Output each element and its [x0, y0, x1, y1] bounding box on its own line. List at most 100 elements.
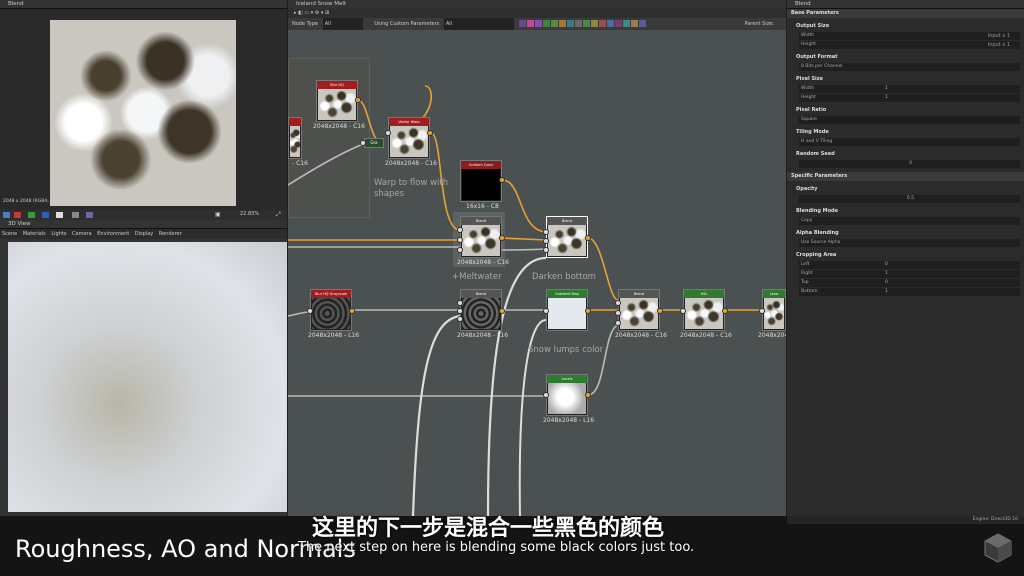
node-vector-warp[interactable]: Vector Warp [388, 117, 430, 159]
pin-input[interactable] [385, 130, 391, 136]
node-blur-gray-size: 2048x2048 - L16 [308, 332, 360, 339]
camera-icon[interactable]: ▣ [215, 211, 221, 218]
pixel-width-field[interactable]: Width 1 [799, 85, 1020, 93]
node-blur-hq[interactable]: Blur HQ [316, 80, 358, 122]
node-left-cut[interactable] [288, 117, 302, 159]
pin-input[interactable] [759, 308, 765, 314]
node-title: Blend [461, 217, 501, 225]
pixel-ratio-select[interactable]: Square [799, 116, 1020, 124]
opacity-label: Opacity [796, 186, 818, 192]
pin-input[interactable] [457, 247, 463, 253]
base-params-header[interactable]: Base Parameters [787, 9, 1024, 18]
pin-output[interactable] [722, 308, 728, 314]
pin-input[interactable] [543, 247, 549, 253]
green-channel-icon[interactable] [28, 212, 35, 218]
node-uniform-color[interactable]: Uniform Color [460, 160, 502, 202]
tiling-icon[interactable] [86, 212, 93, 218]
view2d-panel[interactable]: 2048 x 2048 (RGBA, 16bpc) [0, 9, 287, 219]
menu-display[interactable]: Display [135, 231, 153, 237]
node-gradient-map[interactable]: Gradient Map [546, 289, 588, 331]
channel-icon[interactable] [3, 212, 10, 218]
properties-panel: Blend Base Parameters Output Size Width I… [787, 0, 1024, 516]
pin-output[interactable] [499, 235, 505, 241]
menu-materials[interactable]: Materials [23, 231, 46, 237]
node-title: Blend [547, 217, 587, 225]
pin-output[interactable] [585, 235, 591, 241]
red-channel-icon[interactable] [14, 212, 21, 218]
pin-input[interactable] [680, 308, 686, 314]
crop-bottom-label: Bottom [801, 289, 818, 294]
output-format-select[interactable]: 8 Bits per Channel [799, 63, 1020, 71]
zoom-level[interactable]: 22.83% [240, 211, 259, 217]
wires [288, 85, 762, 516]
random-seed-field[interactable]: 0 [799, 160, 1020, 168]
node-blend-meltwater[interactable]: Blend [460, 216, 502, 258]
pin-input[interactable] [457, 300, 463, 306]
node-blur-grayscale[interactable]: Blur HQ Grayscale [310, 289, 352, 331]
pin-output[interactable] [355, 97, 361, 103]
pin-input[interactable] [543, 238, 549, 244]
node-levels[interactable]: Levels [546, 374, 588, 416]
pixel-height-value: 1 [885, 95, 888, 100]
pin-output[interactable] [585, 392, 591, 398]
crop-top-label: Top [801, 280, 809, 285]
pin-input[interactable] [457, 308, 463, 314]
specific-params-header[interactable]: Specific Parameters [787, 172, 1024, 181]
menu-camera[interactable]: Camera [72, 231, 92, 237]
pin-output[interactable] [499, 177, 505, 183]
node-blend4[interactable]: Blend [618, 289, 660, 331]
node-blur-hq-size: 2048x2048 - C16 [313, 123, 365, 130]
height-label: Height [801, 42, 816, 47]
pin-output[interactable] [657, 308, 663, 314]
menu-renderer[interactable]: Renderer [159, 231, 182, 237]
menu-environment[interactable]: Environment [97, 231, 129, 237]
pin-input[interactable] [457, 237, 463, 243]
pin-input[interactable] [543, 229, 549, 235]
node-blend-darken[interactable]: Blend [546, 216, 588, 258]
node-hsl[interactable]: HSL [683, 289, 725, 331]
node-gray[interactable]: Gra [364, 138, 384, 148]
opacity-slider[interactable]: 0.5 [799, 195, 1020, 203]
alpha-channel-icon[interactable] [56, 212, 63, 218]
width-label: Width [801, 86, 815, 91]
pin-output[interactable] [349, 308, 355, 314]
node-blend3[interactable]: Blend [460, 289, 502, 331]
fit-icon[interactable]: ⤢ [276, 211, 281, 219]
crop-left-field[interactable]: Left 0 [799, 261, 1020, 269]
node-title: Uniform Color [461, 161, 501, 169]
blue-channel-icon[interactable] [42, 212, 49, 218]
graph-panel[interactable]: Iceland Snow Melt ▸ ◧ ▭ ▾ ⚙ ▾ ⊞ Node Typ… [288, 0, 786, 516]
menu-scene[interactable]: Scene [2, 231, 17, 237]
pin-input[interactable] [457, 316, 463, 322]
crop-top-field[interactable]: Top 0 [799, 279, 1020, 287]
view2d-toolbar: ▣ 22.83% ⤢ [0, 210, 287, 220]
pin-input[interactable] [457, 227, 463, 233]
menu-lights[interactable]: Lights [51, 231, 66, 237]
crop-bottom-field[interactable]: Bottom 1 [799, 288, 1020, 296]
blending-mode-select[interactable]: Copy [799, 217, 1020, 225]
output-height-field[interactable]: Height Input x 1 [799, 41, 1020, 49]
alpha-blending-select[interactable]: Use Source Alpha [799, 239, 1020, 247]
crop-right-field[interactable]: Right 1 [799, 270, 1020, 278]
view2d-info: 2048 x 2048 (RGBA, 16bpc) [3, 199, 66, 204]
node-blend1-size: 2048x2048 - C16 [457, 259, 509, 266]
texture-preview[interactable] [50, 20, 236, 206]
output-width-field[interactable]: Width Input x 1 [799, 32, 1020, 40]
pin-input[interactable] [615, 320, 621, 326]
comment-snow-lumps: Snow lumps color [528, 345, 604, 355]
pin-input[interactable] [615, 300, 621, 306]
pin-input[interactable] [543, 392, 549, 398]
pin-input[interactable] [307, 308, 313, 314]
pin-output[interactable] [499, 308, 505, 314]
pin-output[interactable] [585, 308, 591, 314]
pin-output[interactable] [427, 130, 433, 136]
pixel-height-field[interactable]: Height 1 [799, 94, 1020, 102]
3d-render-viewport[interactable] [8, 242, 287, 512]
tiling-mode-select[interactable]: H and V Tiling [799, 138, 1020, 146]
grid-icon[interactable] [72, 212, 79, 218]
node-thumbnail [548, 298, 586, 329]
pin-input[interactable] [543, 308, 549, 314]
pin-input[interactable] [360, 140, 366, 146]
pin-input[interactable] [615, 310, 621, 316]
node-levels-right[interactable]: Leve [762, 289, 786, 331]
